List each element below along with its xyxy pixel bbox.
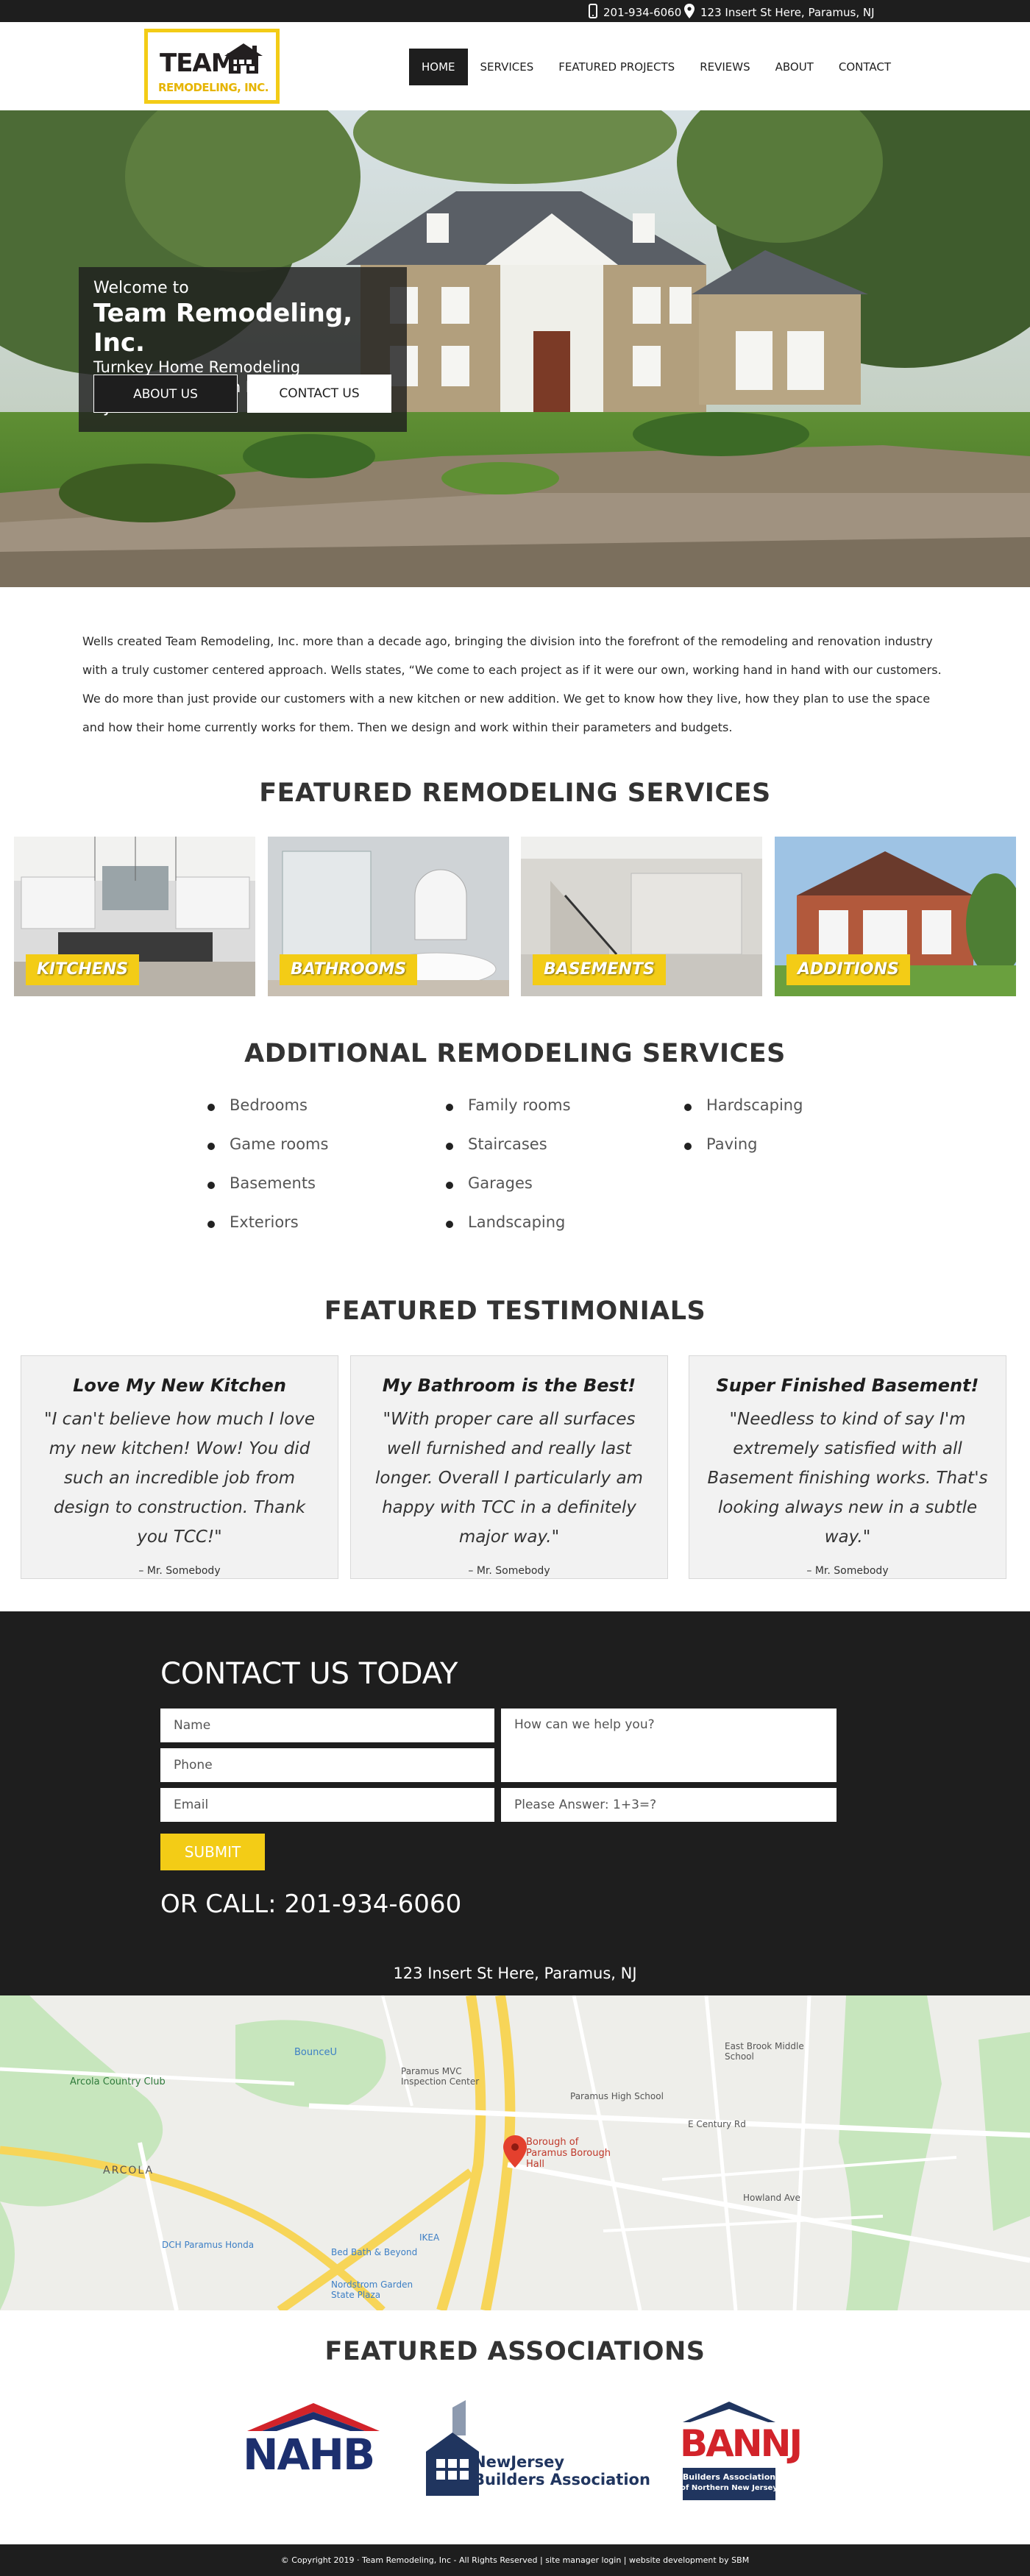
nav-reviews[interactable]: REVIEWS	[687, 49, 762, 85]
bannj-sub2: of Northern New Jersey	[681, 2484, 778, 2492]
testimonial-author: – Mr. Somebody	[138, 1565, 221, 1577]
map-label-nordstrom: Nordstrom Garden State Plaza	[331, 2279, 413, 2300]
list-item: Family rooms	[446, 1096, 571, 1135]
map-label-howland: Howland Ave	[743, 2193, 800, 2203]
welcome-text: Welcome to	[93, 279, 189, 297]
list-item: Basements	[207, 1174, 328, 1213]
submit-button[interactable]: SUBMIT	[160, 1834, 265, 1870]
contact-title: CONTACT US TODAY	[160, 1657, 458, 1691]
njba-logo[interactable]: NewJersey Builders Association	[423, 2400, 650, 2496]
nav-featured-projects[interactable]: FEATURED PROJECTS	[546, 49, 687, 85]
top-phone[interactable]: 201-934-6060	[589, 4, 681, 21]
hero-banner: Welcome to Team Remodeling, Inc. Turnkey…	[0, 110, 1030, 587]
email-input[interactable]: Email	[160, 1788, 494, 1822]
map-image	[0, 1995, 1030, 2310]
phone-input[interactable]: Phone	[160, 1748, 494, 1782]
top-bar: 201-934-6060 123 Insert St Here, Paramus…	[0, 0, 1030, 22]
services-list-col1: Bedrooms Game rooms Basements Exteriors	[207, 1096, 328, 1252]
featured-services-title: FEATURED REMODELING SERVICES	[259, 778, 771, 808]
bathrooms-tag: BATHROOMS	[280, 954, 418, 985]
list-item: Game rooms	[207, 1135, 328, 1174]
testimonial-quote: "Needless to kind of say I'm extremely s…	[707, 1410, 988, 1547]
nav-home[interactable]: HOME	[409, 49, 468, 85]
map-label-ikea: IKEA	[419, 2232, 440, 2243]
map-label-east-brook: East Brook Middle School	[725, 2041, 804, 2062]
additions-tag: ADDITIONS	[786, 954, 910, 985]
service-card-basements[interactable]: BASEMENTS	[521, 837, 762, 996]
basements-tag: BASEMENTS	[533, 954, 666, 985]
njba-line2: Builders Association	[473, 2471, 650, 2488]
map-label-bounceu: BounceU	[294, 2047, 338, 2058]
testimonial-title: My Bathroom is the Best!	[382, 1375, 636, 1396]
bannj-logo[interactable]: BANNJ Builders Association of Northern N…	[680, 2400, 803, 2502]
testimonial-title: Love My New Kitchen	[73, 1375, 286, 1396]
njba-line1: NewJersey	[473, 2453, 565, 2471]
testimonial-author: – Mr. Somebody	[806, 1565, 889, 1577]
services-list-col2: Family rooms Staircases Garages Landscap…	[446, 1096, 571, 1252]
contact-section: CONTACT US TODAY Name Phone Email How ca…	[0, 1611, 1030, 1995]
name-input[interactable]: Name	[160, 1709, 494, 1742]
top-address: 123 Insert St Here, Paramus, NJ	[684, 4, 875, 21]
testimonial-card: Love My New Kitchen "I can't believe how…	[21, 1355, 338, 1579]
map-label-century: E Century Rd	[688, 2119, 746, 2129]
nav-contact[interactable]: CONTACT	[826, 49, 903, 85]
site-logo[interactable]: TEAM REMODELING, INC.	[144, 29, 280, 104]
top-address-text: 123 Insert St Here, Paramus, NJ	[700, 6, 875, 19]
services-list-col3: Hardscaping Paving	[684, 1096, 803, 1174]
or-call-text[interactable]: OR CALL: 201-934-6060	[160, 1890, 461, 1919]
location-map[interactable]: BounceU Arcola Country Club Paramus MVC …	[0, 1995, 1030, 2310]
testimonial-card: My Bathroom is the Best! "With proper ca…	[350, 1355, 668, 1579]
nahb-text: NAHB	[243, 2430, 375, 2480]
intro-paragraph: Wells created Team Remodeling, Inc. more…	[82, 634, 942, 734]
logo-wordmark: TEAM	[160, 49, 236, 78]
nav-services[interactable]: SERVICES	[468, 49, 547, 85]
list-item: Bedrooms	[207, 1096, 328, 1135]
location-pin-icon	[684, 4, 695, 21]
logo-subtitle: REMODELING, INC.	[158, 81, 269, 94]
map-label-dch: DCH Paramus Honda	[162, 2240, 255, 2250]
map-label-arcola-cc: Arcola Country Club	[70, 2076, 166, 2087]
main-nav: HOME SERVICES FEATURED PROJECTS REVIEWS …	[409, 49, 903, 85]
testimonial-quote: "With proper care all surfaces well furn…	[375, 1410, 643, 1547]
contact-us-button[interactable]: CONTACT US	[247, 375, 391, 413]
map-label-paramus-hs: Paramus High School	[570, 2091, 664, 2101]
message-textarea[interactable]: How can we help you?	[501, 1709, 837, 1782]
service-card-kitchens[interactable]: KITCHENS	[14, 837, 255, 996]
map-label-borough: Borough of Paramus Borough Hall	[526, 2137, 611, 2170]
list-item: Exteriors	[207, 1213, 328, 1252]
testimonials-title: FEATURED TESTIMONIALS	[324, 1296, 706, 1326]
bannj-sub1: Builders Association	[682, 2472, 776, 2482]
nav-about[interactable]: ABOUT	[763, 49, 826, 85]
nahb-logo[interactable]: NAHB	[240, 2400, 387, 2481]
associations-title: FEATURED ASSOCIATIONS	[324, 2337, 706, 2366]
list-item: Garages	[446, 1174, 571, 1213]
site-footer: © Copyright 2019 · Team Remodeling, Inc …	[0, 2544, 1030, 2576]
kitchens-tag: KITCHENS	[26, 954, 140, 985]
testimonial-title: Super Finished Basement!	[716, 1375, 979, 1396]
map-label-paramus-mvc: Paramus MVC Inspection Center	[401, 2066, 480, 2087]
service-card-bathrooms[interactable]: BATHROOMS	[268, 837, 509, 996]
list-item: Staircases	[446, 1135, 571, 1174]
list-item: Landscaping	[446, 1213, 571, 1252]
testimonial-quote: "I can't believe how much I love my new …	[44, 1410, 315, 1547]
bannj-text: BANNJ	[680, 2422, 803, 2465]
welcome-panel: Welcome to Team Remodeling, Inc. Turnkey…	[79, 267, 407, 432]
additional-services-title: ADDITIONAL REMODELING SERVICES	[244, 1039, 786, 1068]
captcha-input[interactable]: Please Answer: 1+3=?	[501, 1788, 837, 1822]
about-us-button[interactable]: ABOUT US	[93, 375, 238, 413]
contact-address: 123 Insert St Here, Paramus, NJ	[393, 1965, 637, 1982]
top-phone-number[interactable]: 201-934-6060	[603, 6, 681, 19]
phone-icon	[589, 4, 597, 21]
list-item: Paving	[684, 1135, 803, 1174]
map-label-bed-bath: Bed Bath & Beyond	[331, 2247, 418, 2257]
list-item: Hardscaping	[684, 1096, 803, 1135]
map-label-arcola: ARCOLA	[103, 2165, 154, 2176]
hero-company-name: Team Remodeling, Inc.	[93, 299, 353, 358]
testimonial-author: – Mr. Somebody	[468, 1565, 550, 1577]
testimonial-card: Super Finished Basement! "Needless to ki…	[689, 1355, 1006, 1579]
service-card-additions[interactable]: ADDITIONS	[775, 837, 1016, 996]
site-header: TEAM REMODELING, INC. HOME SERVICES FEAT…	[0, 22, 1030, 110]
